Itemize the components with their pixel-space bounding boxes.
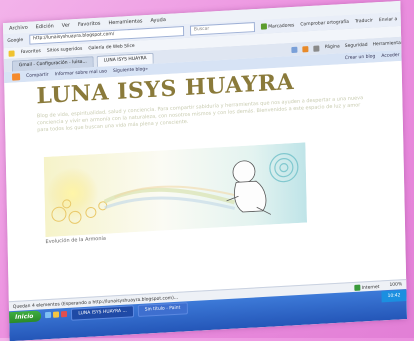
translate-button[interactable]: Traducir [355,18,373,24]
tools-menu[interactable]: Herramientas [373,41,404,48]
media-icon[interactable] [61,310,68,318]
start-button[interactable]: Inicio [9,310,42,324]
google-label: Google [7,37,24,44]
menu-ayuda[interactable]: Ayuda [150,17,166,24]
share-link[interactable]: Compartir [26,73,49,79]
menu-favoritos[interactable]: Favoritos [78,20,101,27]
menu-archivo[interactable]: Archivo [9,24,28,31]
spellcheck-button[interactable]: Comprobar ortografía [300,19,349,27]
blogger-logo-icon[interactable] [12,73,21,81]
report-abuse-link[interactable]: Informar sobre mal uso [55,69,107,77]
blog-header-image [43,142,308,238]
zoom-level[interactable]: 100% [389,282,402,289]
screen: Archivo Edición Ver Favoritos Herramient… [2,0,408,341]
system-tray-clock[interactable]: 10:42 [381,289,407,303]
favorites-star-icon[interactable] [8,49,15,57]
security-menu[interactable]: Seguridad [345,43,368,49]
menu-edicion[interactable]: Edición [36,23,54,30]
sign-in-link[interactable]: Acceder [381,53,399,59]
print-icon[interactable] [313,44,320,52]
globe-icon [354,284,361,291]
next-blog-link[interactable]: Siguiente blog» [113,67,148,74]
page-menu[interactable]: Página [325,44,340,50]
folder-icon[interactable] [53,311,60,318]
taskbar-button-paint[interactable]: Sin título - Paint [137,302,188,318]
create-blog-link[interactable]: Crear un blog [345,54,376,61]
bookmarks-button[interactable]: Marcadores [260,22,294,30]
menu-herramientas[interactable]: Herramientas [108,18,142,26]
taskbar-button-browser[interactable]: LUNA ISYS HUAYRA ... [71,305,134,321]
ie-icon[interactable] [45,311,52,319]
quick-launch [45,310,68,319]
send-button[interactable]: Enviar a [379,17,397,23]
fav-item-webslice[interactable]: Galería de Web Slice [88,44,134,52]
favorites-label[interactable]: Favoritos [21,49,41,55]
star-icon [260,23,267,30]
fav-item-suggested[interactable]: Sitios sugeridos [47,47,83,54]
menu-ver[interactable]: Ver [62,22,70,28]
home-icon[interactable] [291,46,298,53]
rss-icon[interactable] [302,45,309,52]
